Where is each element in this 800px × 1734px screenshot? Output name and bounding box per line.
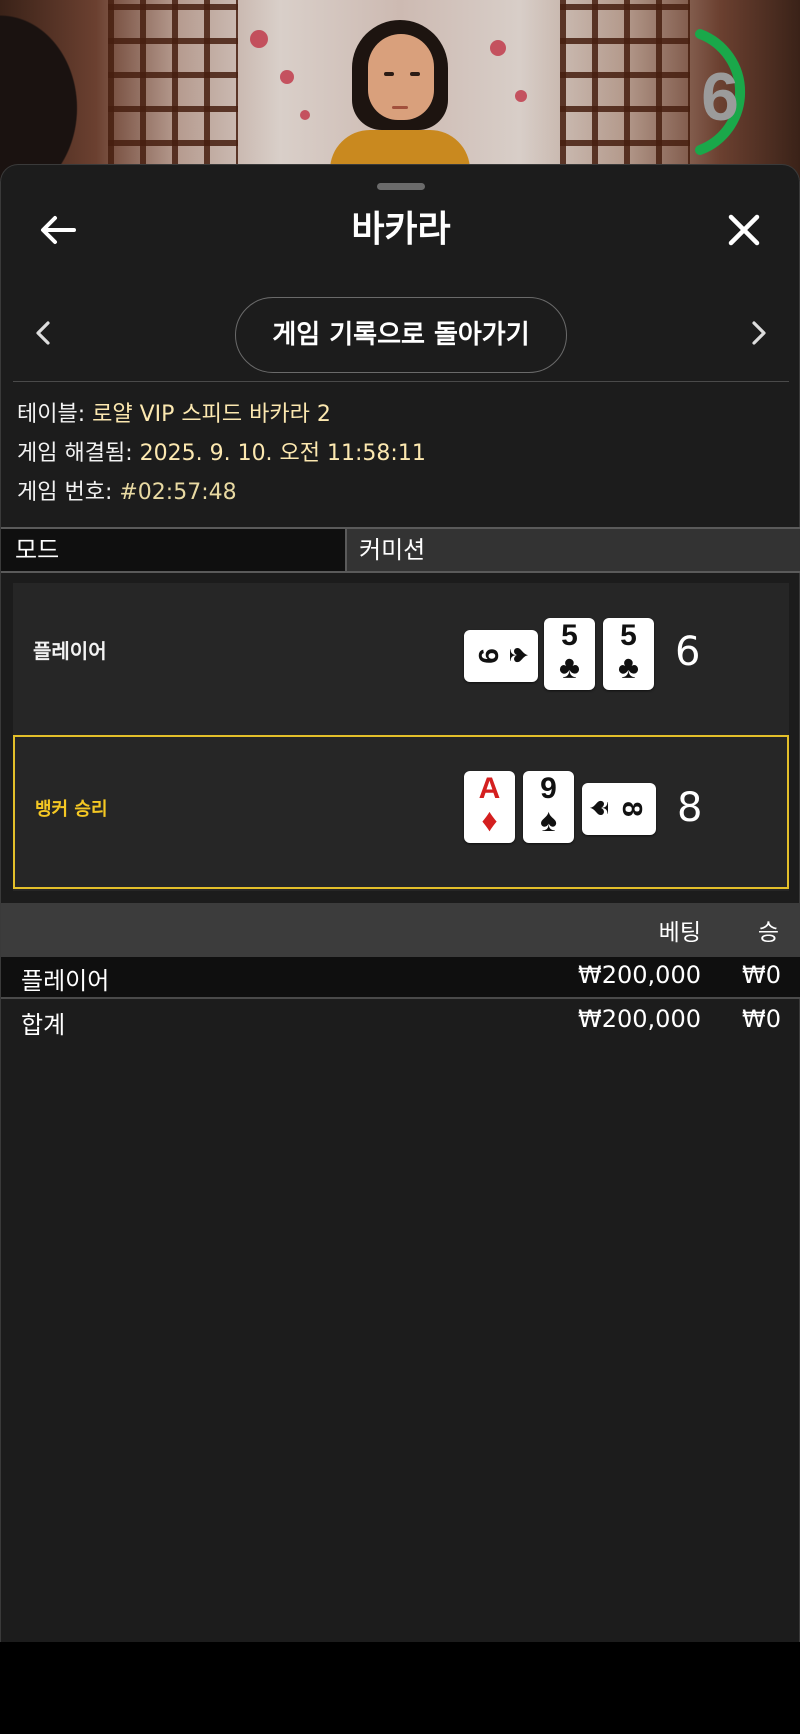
chevron-left-icon (36, 321, 50, 345)
lattice-screen-right (560, 0, 690, 180)
chevron-right-icon (752, 321, 766, 345)
banker-score: 8 (677, 785, 703, 831)
close-button[interactable] (719, 205, 769, 255)
hands-panel: 플레이어 9 ♠ 5 ♣ 5 ♣ 6 뱅커 승리 A ♦ 9 ♠ 8 ♠ 8 (13, 583, 789, 891)
resolved-info: 게임 해결됨: 2025. 9. 10. 오전 11:58:11 (17, 434, 787, 473)
bet-amount: ₩200,000 (578, 961, 701, 989)
card-suit: ♠ (540, 802, 557, 838)
sheet-drag-handle[interactable] (377, 183, 425, 190)
table-value: 로얄 VIP 스피드 바카라 2 (92, 402, 331, 427)
playing-card: 5 ♣ (544, 618, 595, 690)
playing-card: 9 ♠ (464, 630, 538, 682)
banker-win-label: 뱅커 승리 (35, 799, 108, 820)
total-bet-amount: ₩200,000 (578, 1005, 701, 1033)
table-label: 테이블: (17, 402, 93, 427)
card-suit: ♠ (503, 647, 536, 663)
previous-game-button[interactable] (23, 311, 63, 355)
card-suit: ♣ (559, 649, 580, 685)
game-number-info: 게임 번호: #02:57:48 (17, 473, 787, 512)
mode-bar: 모드 커미션 (1, 527, 800, 573)
resolved-label: 게임 해결됨: (17, 441, 140, 466)
banker-hand: 뱅커 승리 A ♦ 9 ♠ 8 ♠ 8 (13, 735, 789, 889)
game-info: 테이블: 로얄 VIP 스피드 바카라 2 게임 해결됨: 2025. 9. 1… (17, 395, 787, 512)
game-number-value: #02:57:48 (119, 480, 237, 505)
next-game-button[interactable] (739, 311, 779, 355)
live-video-background: 6 (0, 0, 800, 180)
blossom-decoration (300, 110, 310, 120)
card-suit: ♦ (481, 802, 498, 838)
card-rank: 5 (620, 619, 637, 652)
win-amount: ₩0 (742, 961, 781, 989)
game-number-label: 게임 번호: (17, 480, 120, 505)
resolved-value: 2025. 9. 10. 오전 11:58:11 (139, 441, 426, 466)
blossom-decoration (515, 90, 527, 102)
total-label: 합계 (21, 1011, 66, 1039)
sheet-header: 바카라 (1, 197, 800, 263)
bet-name: 플레이어 (21, 967, 110, 995)
total-win-amount: ₩0 (742, 1005, 781, 1033)
close-icon (728, 214, 760, 246)
table-info: 테이블: 로얄 VIP 스피드 바카라 2 (17, 395, 787, 434)
playing-card: 8 ♠ (582, 783, 656, 835)
background-person (0, 0, 90, 180)
player-hand: 플레이어 9 ♠ 5 ♣ 5 ♣ 6 (13, 583, 789, 737)
playing-card: 5 ♣ (603, 618, 654, 690)
player-hand-label: 플레이어 (33, 639, 107, 663)
blossom-decoration (280, 70, 294, 84)
dealer (330, 20, 470, 180)
card-rank: 9 (473, 648, 504, 664)
timer-value: 6 (701, 59, 739, 135)
win-column-header: 승 (757, 920, 779, 946)
lattice-screen-left (108, 0, 238, 180)
mode-value: 커미션 (347, 529, 800, 571)
card-rank: 5 (561, 619, 578, 652)
round-timer: 6 (680, 28, 772, 156)
mode-label: 모드 (1, 529, 347, 571)
card-suit: ♣ (618, 649, 639, 685)
playing-card: 9 ♠ (523, 771, 574, 843)
blossom-decoration (250, 30, 268, 48)
card-rank: 8 (617, 801, 648, 817)
blossom-decoration (490, 40, 506, 56)
playing-card: A ♦ (464, 771, 515, 843)
player-score: 6 (675, 629, 701, 675)
page-title: 바카라 (351, 209, 451, 250)
game-detail-sheet: 바카라 게임 기록으로 돌아가기 테이블: 로얄 VIP 스피드 바카라 2 게… (0, 164, 800, 1642)
table-row: 플레이어 ₩200,000 ₩0 (1, 957, 800, 999)
card-rank: A (478, 772, 501, 805)
total-row: 합계 ₩200,000 ₩0 (1, 1001, 800, 1043)
card-suit: ♠ (582, 800, 615, 816)
card-rank: 9 (540, 772, 557, 805)
history-nav: 게임 기록으로 돌아가기 (1, 293, 800, 373)
divider (13, 381, 789, 382)
back-to-history-button[interactable]: 게임 기록으로 돌아가기 (235, 297, 567, 373)
bet-column-header: 베팅 (658, 920, 701, 946)
bet-table-header: 베팅 승 (1, 903, 800, 957)
